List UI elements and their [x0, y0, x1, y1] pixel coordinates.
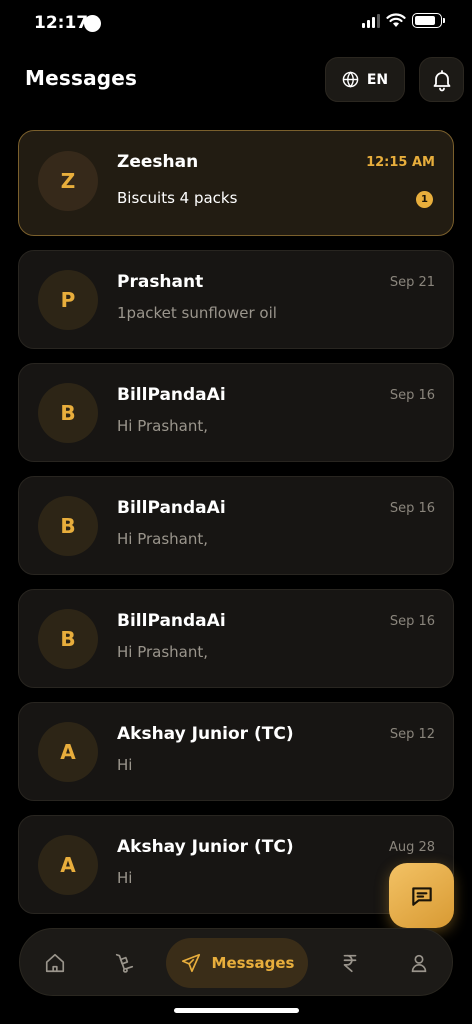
message-preview: 1packet sunflower oil [117, 304, 277, 322]
user-icon [411, 954, 427, 973]
sender-name: Akshay Junior (TC) [117, 837, 294, 857]
cellular-signal-icon [362, 13, 380, 28]
message-preview: Hi [117, 756, 133, 774]
avatar: B [38, 609, 98, 669]
nav-messages[interactable]: Messages [166, 938, 308, 988]
nav-inventory[interactable] [106, 945, 142, 981]
status-bar: 12:17 [0, 0, 472, 48]
message-time: Sep 16 [389, 614, 435, 629]
unread-badge: 1 [416, 191, 433, 208]
avatar: A [38, 835, 98, 895]
home-icon [45, 953, 65, 973]
message-card[interactable]: B BillPandaAi Hi Prashant, Sep 16 [18, 363, 454, 462]
message-card[interactable]: Z Zeeshan Biscuits 4 packs 12:15 AM 1 [18, 130, 454, 236]
status-icons [362, 13, 445, 28]
language-button[interactable]: EN [325, 57, 405, 102]
message-time: Sep 21 [389, 275, 435, 290]
message-time: Sep 12 [389, 727, 435, 742]
message-preview: Hi Prashant, [117, 417, 209, 435]
bell-icon [433, 69, 450, 91]
avatar: A [38, 722, 98, 782]
sender-name: BillPandaAi [117, 385, 226, 405]
message-preview: Hi Prashant, [117, 643, 209, 661]
status-time: 12:17 [34, 13, 89, 33]
message-preview: Biscuits 4 packs [117, 189, 238, 207]
chat-bubble-icon [411, 886, 432, 906]
sender-name: Prashant [117, 272, 204, 292]
messages-screen: 12:17 Messages EN Z Zeeshan Biscuits 4 p… [0, 0, 472, 1024]
message-card[interactable]: A Akshay Junior (TC) Hi Sep 12 [18, 702, 454, 801]
sender-name: BillPandaAi [117, 611, 226, 631]
message-card[interactable]: B BillPandaAi Hi Prashant, Sep 16 [18, 476, 454, 575]
sender-name: Zeeshan [117, 152, 199, 172]
nav-profile[interactable] [401, 945, 437, 981]
message-time: Sep 16 [389, 501, 435, 516]
nav-messages-label: Messages [211, 954, 295, 972]
avatar: P [38, 270, 98, 330]
message-preview: Hi Prashant, [117, 530, 209, 548]
hand-truck-icon [115, 953, 134, 973]
compose-message-button[interactable] [389, 863, 454, 928]
globe-icon [342, 71, 359, 88]
avatar: Z [38, 151, 98, 211]
avatar: B [38, 383, 98, 443]
home-indicator [174, 1008, 299, 1013]
language-label: EN [366, 71, 389, 88]
sender-name: Akshay Junior (TC) [117, 724, 294, 744]
nav-payments[interactable] [332, 945, 368, 981]
bottom-navigation: Messages [19, 928, 453, 996]
message-card[interactable]: B BillPandaAi Hi Prashant, Sep 16 [18, 589, 454, 688]
battery-icon [412, 13, 445, 28]
message-list: Z Zeeshan Biscuits 4 packs 12:15 AM 1 P … [18, 130, 454, 928]
rupee-icon [343, 954, 357, 973]
wifi-icon [386, 13, 406, 27]
message-preview: Hi [117, 869, 133, 887]
recording-indicator-icon [84, 15, 101, 32]
sender-name: BillPandaAi [117, 498, 226, 518]
notifications-button[interactable] [419, 57, 464, 102]
message-time: Sep 16 [389, 388, 435, 403]
avatar: B [38, 496, 98, 556]
message-time: Aug 28 [388, 840, 435, 855]
page-title: Messages [25, 66, 138, 90]
message-time: 12:15 AM [366, 155, 435, 170]
message-card[interactable]: P Prashant 1packet sunflower oil Sep 21 [18, 250, 454, 349]
nav-home[interactable] [37, 945, 73, 981]
send-icon [181, 953, 200, 973]
